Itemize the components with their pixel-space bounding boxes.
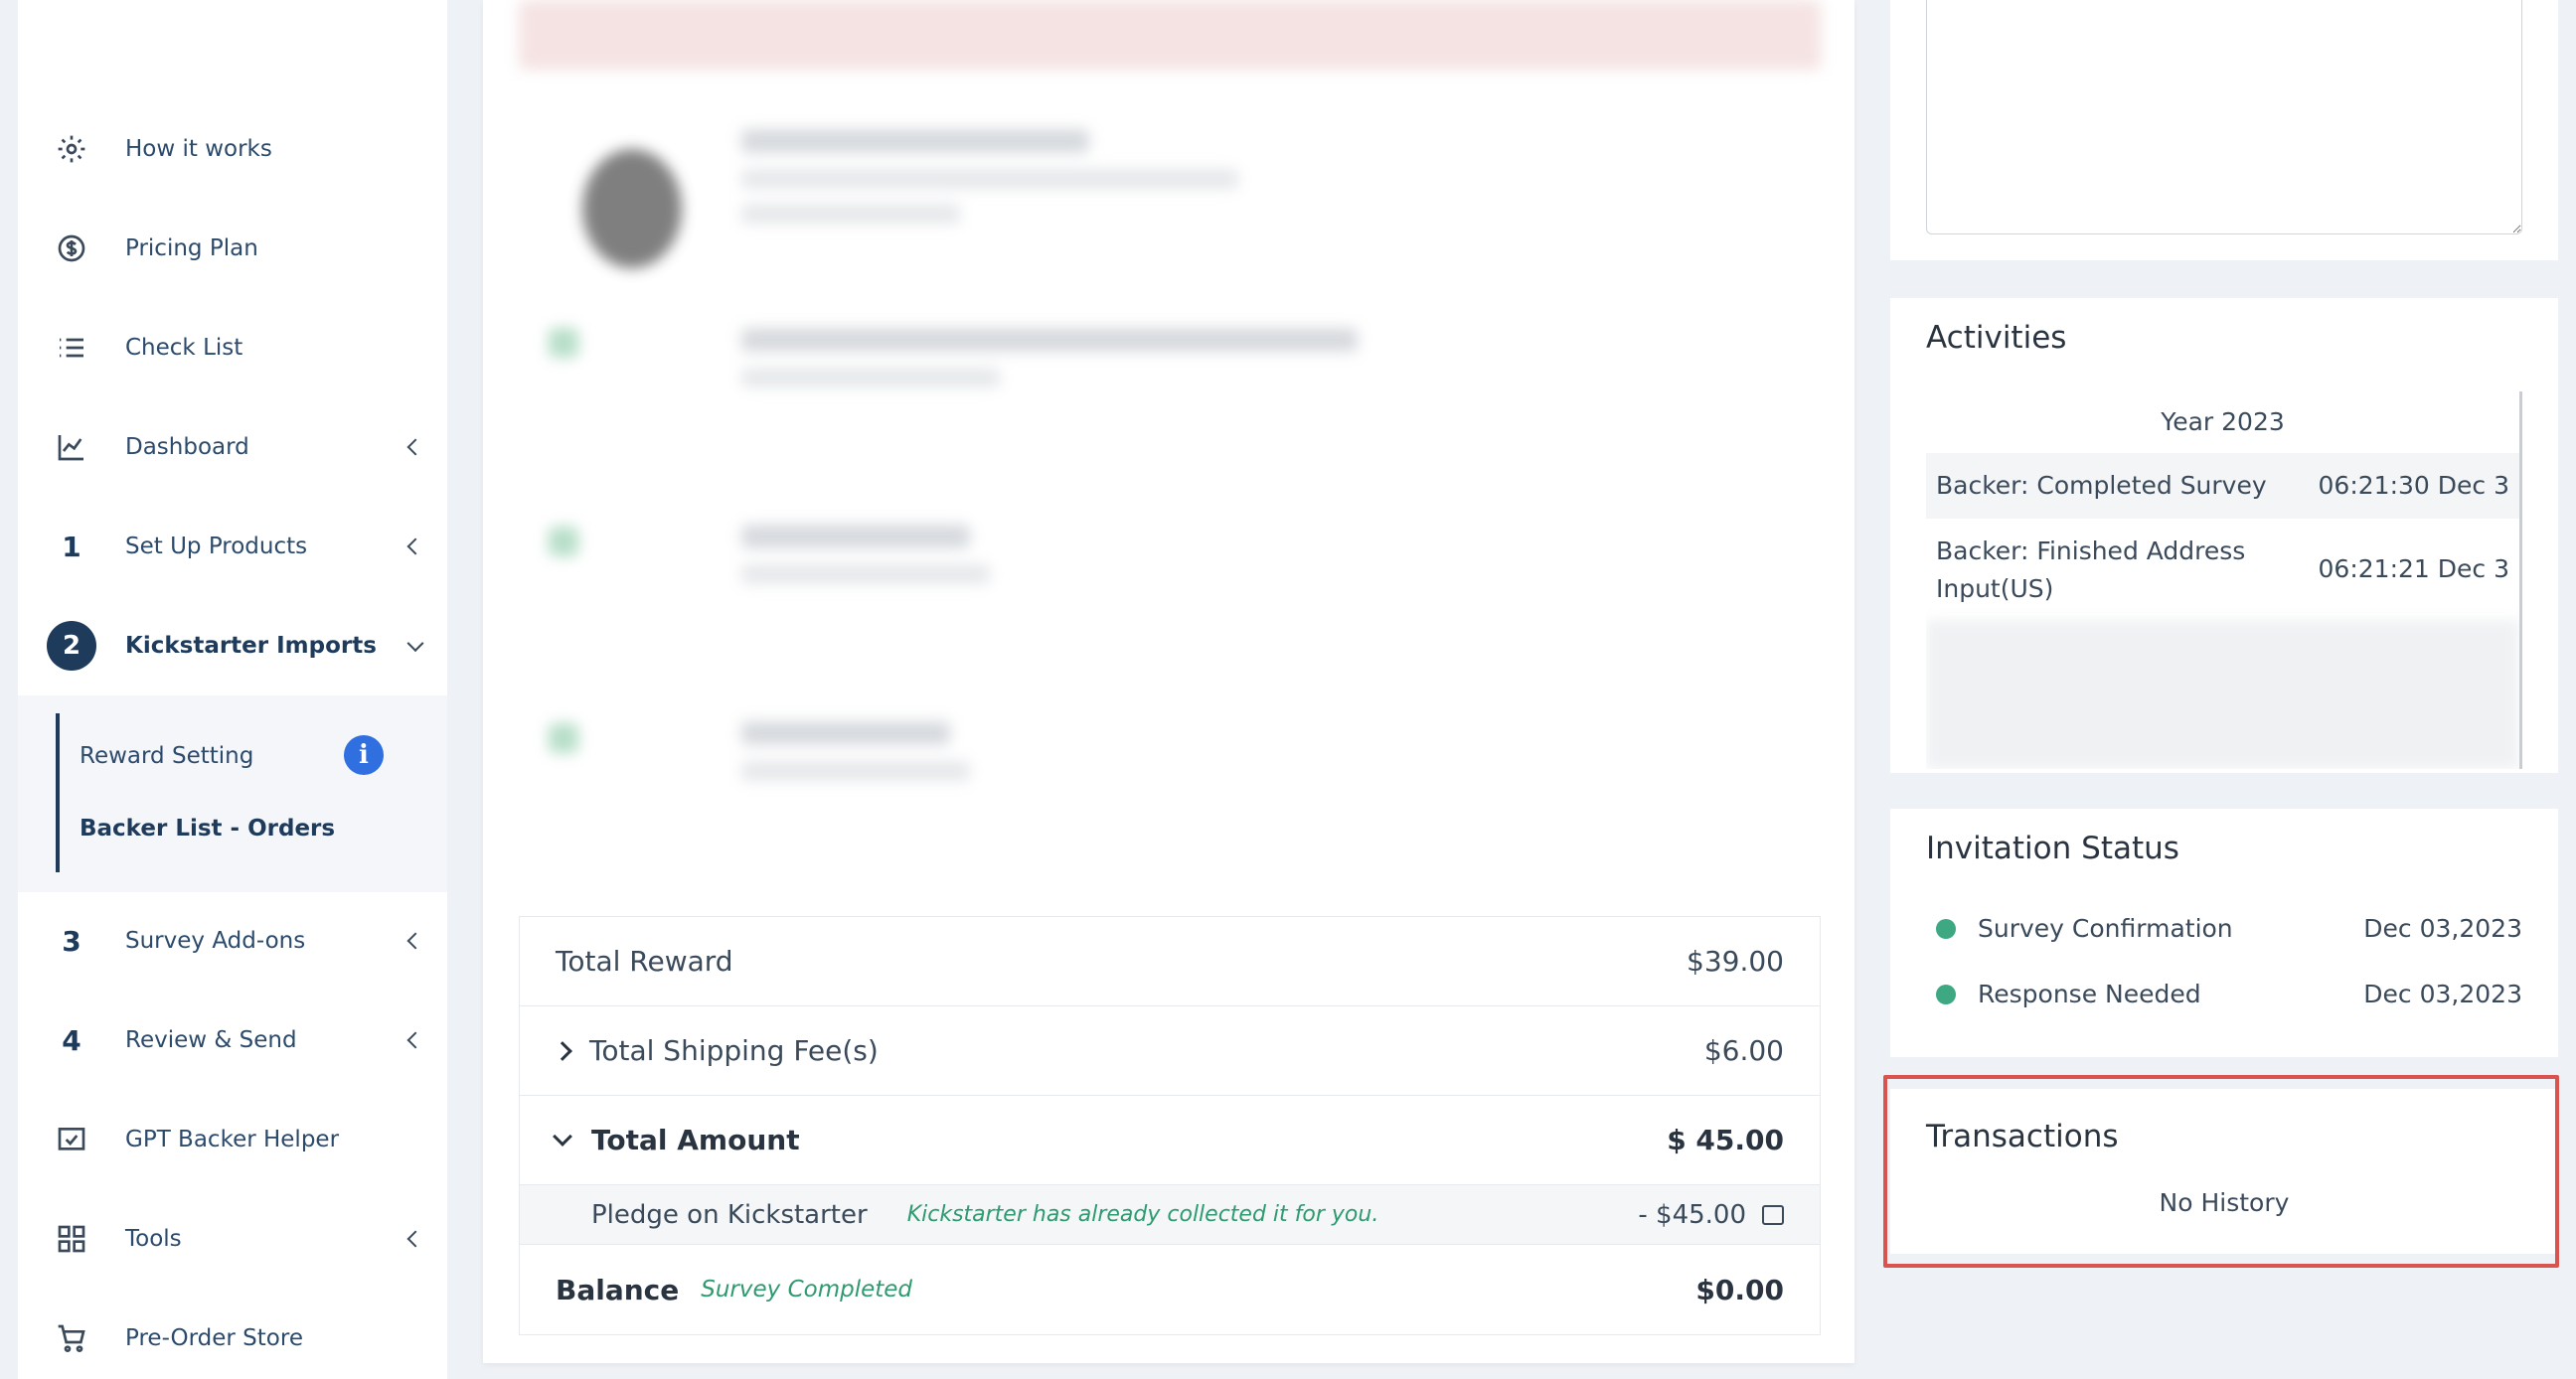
step-number: 1	[42, 517, 101, 576]
pledge-note: Kickstarter has already collected it for…	[906, 1202, 1379, 1227]
step-number-badge: 2	[42, 616, 101, 676]
sidebar: How it works Pricing Plan Check List Das…	[18, 0, 447, 1379]
sidebar-item-label: Review & Send	[125, 1027, 297, 1053]
status-dot-icon	[1936, 918, 1956, 939]
balance-label: Balance	[556, 1273, 680, 1306]
sidebar-item-label: How it works	[125, 136, 272, 162]
list-icon	[42, 318, 101, 378]
order-summary: Total Reward $39.00 Total Shipping Fee(s…	[519, 916, 1821, 1335]
total-amount-value: $ 45.00	[1667, 1124, 1784, 1156]
activity-time: 06:21:30 Dec 3	[2318, 471, 2509, 500]
activities-card: Activities Year 2023 Backer: Completed S…	[1890, 298, 2558, 773]
cart-icon	[42, 1308, 101, 1368]
activity-row: Backer: Finished Address Input(US) 06:21…	[1926, 519, 2519, 620]
grid-icon	[42, 1209, 101, 1269]
total-amount-label: Total Amount	[591, 1124, 800, 1156]
chevron-left-icon	[406, 932, 424, 950]
notes-textarea[interactable]	[1926, 0, 2522, 234]
pledge-label: Pledge on Kickstarter	[591, 1199, 868, 1230]
invitation-label: Survey Confirmation	[1978, 914, 2233, 943]
activity-time: 06:21:21 Dec 3	[2318, 554, 2509, 583]
step-number: 4	[42, 1010, 101, 1070]
step-number-text: 3	[62, 924, 81, 958]
invitation-status-card: Invitation Status Survey Confirmation De…	[1890, 809, 2558, 1057]
chevron-left-icon	[406, 537, 424, 555]
submenu-item-reward-setting[interactable]: Reward Setting	[80, 743, 253, 769]
total-reward-label: Total Reward	[556, 945, 733, 978]
invitation-status-title: Invitation Status	[1926, 831, 2179, 866]
sidebar-item-pre-order-store[interactable]: Pre-Order Store	[18, 1294, 447, 1379]
dollar-circle-icon	[42, 219, 101, 278]
activities-list[interactable]: Year 2023 Backer: Completed Survey 06:21…	[1926, 391, 2522, 769]
sidebar-item-label: Survey Add-ons	[125, 928, 306, 954]
invitation-date: Dec 03,2023	[2363, 914, 2522, 943]
chevron-left-icon	[406, 1230, 424, 1248]
sidebar-item-check-list[interactable]: Check List	[18, 303, 447, 392]
sidebar-item-label: Kickstarter Imports	[125, 633, 377, 659]
info-icon[interactable]: i	[344, 735, 384, 775]
total-amount-row[interactable]: Total Amount $ 45.00	[520, 1096, 1820, 1185]
invitation-label: Response Needed	[1978, 980, 2201, 1008]
sidebar-item-label: Check List	[125, 335, 243, 361]
sidebar-item-label: Tools	[125, 1226, 182, 1252]
submenu-indicator	[56, 713, 60, 872]
blurred-order-items	[483, 0, 1854, 894]
shipping-fee-label: Total Shipping Fee(s)	[589, 1034, 879, 1067]
check-square-icon	[42, 1110, 101, 1169]
chevron-left-icon	[406, 438, 424, 456]
activities-year: Year 2023	[2161, 407, 2285, 436]
sidebar-item-gpt-backer-helper[interactable]: GPT Backer Helper	[18, 1095, 447, 1184]
order-details-card: Total Reward $39.00 Total Shipping Fee(s…	[483, 0, 1854, 1363]
highlight-box	[1883, 1075, 2559, 1268]
sidebar-item-dashboard[interactable]: Dashboard	[18, 402, 447, 492]
sidebar-item-how-it-works[interactable]: How it works	[18, 104, 447, 194]
sidebar-item-label: GPT Backer Helper	[125, 1127, 340, 1152]
step-number-text: 4	[62, 1023, 81, 1057]
total-reward-value: $39.00	[1687, 945, 1784, 978]
status-dot-icon	[1936, 984, 1956, 1004]
shipping-fee-row[interactable]: Total Shipping Fee(s) $6.00	[520, 1006, 1820, 1096]
submenu-item-backer-list-orders[interactable]: Backer List - Orders	[80, 816, 335, 842]
step-number-text: 2	[47, 621, 96, 671]
balance-status: Survey Completed	[701, 1277, 913, 1302]
sidebar-item-label: Pre-Order Store	[125, 1325, 303, 1351]
invitation-row: Survey Confirmation Dec 03,2023	[1936, 914, 2522, 943]
chevron-left-icon	[406, 1031, 424, 1049]
chevron-down-icon	[406, 635, 424, 653]
activities-title: Activities	[1926, 320, 2067, 356]
blurred-activity-row	[1926, 620, 2519, 769]
edit-icon[interactable]	[1762, 1204, 1784, 1225]
balance-row: Balance Survey Completed $0.00	[520, 1245, 1820, 1334]
step-number: 3	[42, 911, 101, 971]
sidebar-item-tools[interactable]: Tools	[18, 1194, 447, 1284]
activity-text: Backer: Completed Survey	[1936, 471, 2267, 500]
sidebar-item-review-send[interactable]: 4 Review & Send	[18, 996, 447, 1085]
gear-icon	[42, 119, 101, 179]
chevron-down-icon[interactable]	[553, 1126, 572, 1147]
pledge-value: - $45.00	[1638, 1199, 1746, 1230]
sidebar-item-pricing-plan[interactable]: Pricing Plan	[18, 204, 447, 293]
chevron-right-icon[interactable]	[553, 1040, 572, 1061]
activity-row: Backer: Completed Survey 06:21:30 Dec 3	[1926, 453, 2519, 519]
step-number-text: 1	[62, 530, 81, 563]
sidebar-item-label: Set Up Products	[125, 534, 308, 559]
sidebar-item-label: Pricing Plan	[125, 235, 258, 261]
chart-line-icon	[42, 417, 101, 477]
invitation-row: Response Needed Dec 03,2023	[1936, 980, 2522, 1008]
invitation-date: Dec 03,2023	[2363, 980, 2522, 1008]
shipping-fee-value: $6.00	[1703, 1034, 1784, 1067]
sidebar-item-label: Dashboard	[125, 434, 249, 460]
sidebar-item-kickstarter-imports[interactable]: 2 Kickstarter Imports	[18, 601, 447, 690]
balance-value: $0.00	[1695, 1273, 1784, 1306]
sidebar-item-set-up-products[interactable]: 1 Set Up Products	[18, 502, 447, 591]
sidebar-item-survey-add-ons[interactable]: 3 Survey Add-ons	[18, 896, 447, 986]
pledge-row: Pledge on Kickstarter Kickstarter has al…	[520, 1185, 1820, 1245]
activity-text: Backer: Finished Address Input(US)	[1936, 536, 2246, 603]
total-reward-row: Total Reward $39.00	[520, 917, 1820, 1006]
sidebar-submenu: Reward Setting i Backer List - Orders	[18, 695, 447, 892]
